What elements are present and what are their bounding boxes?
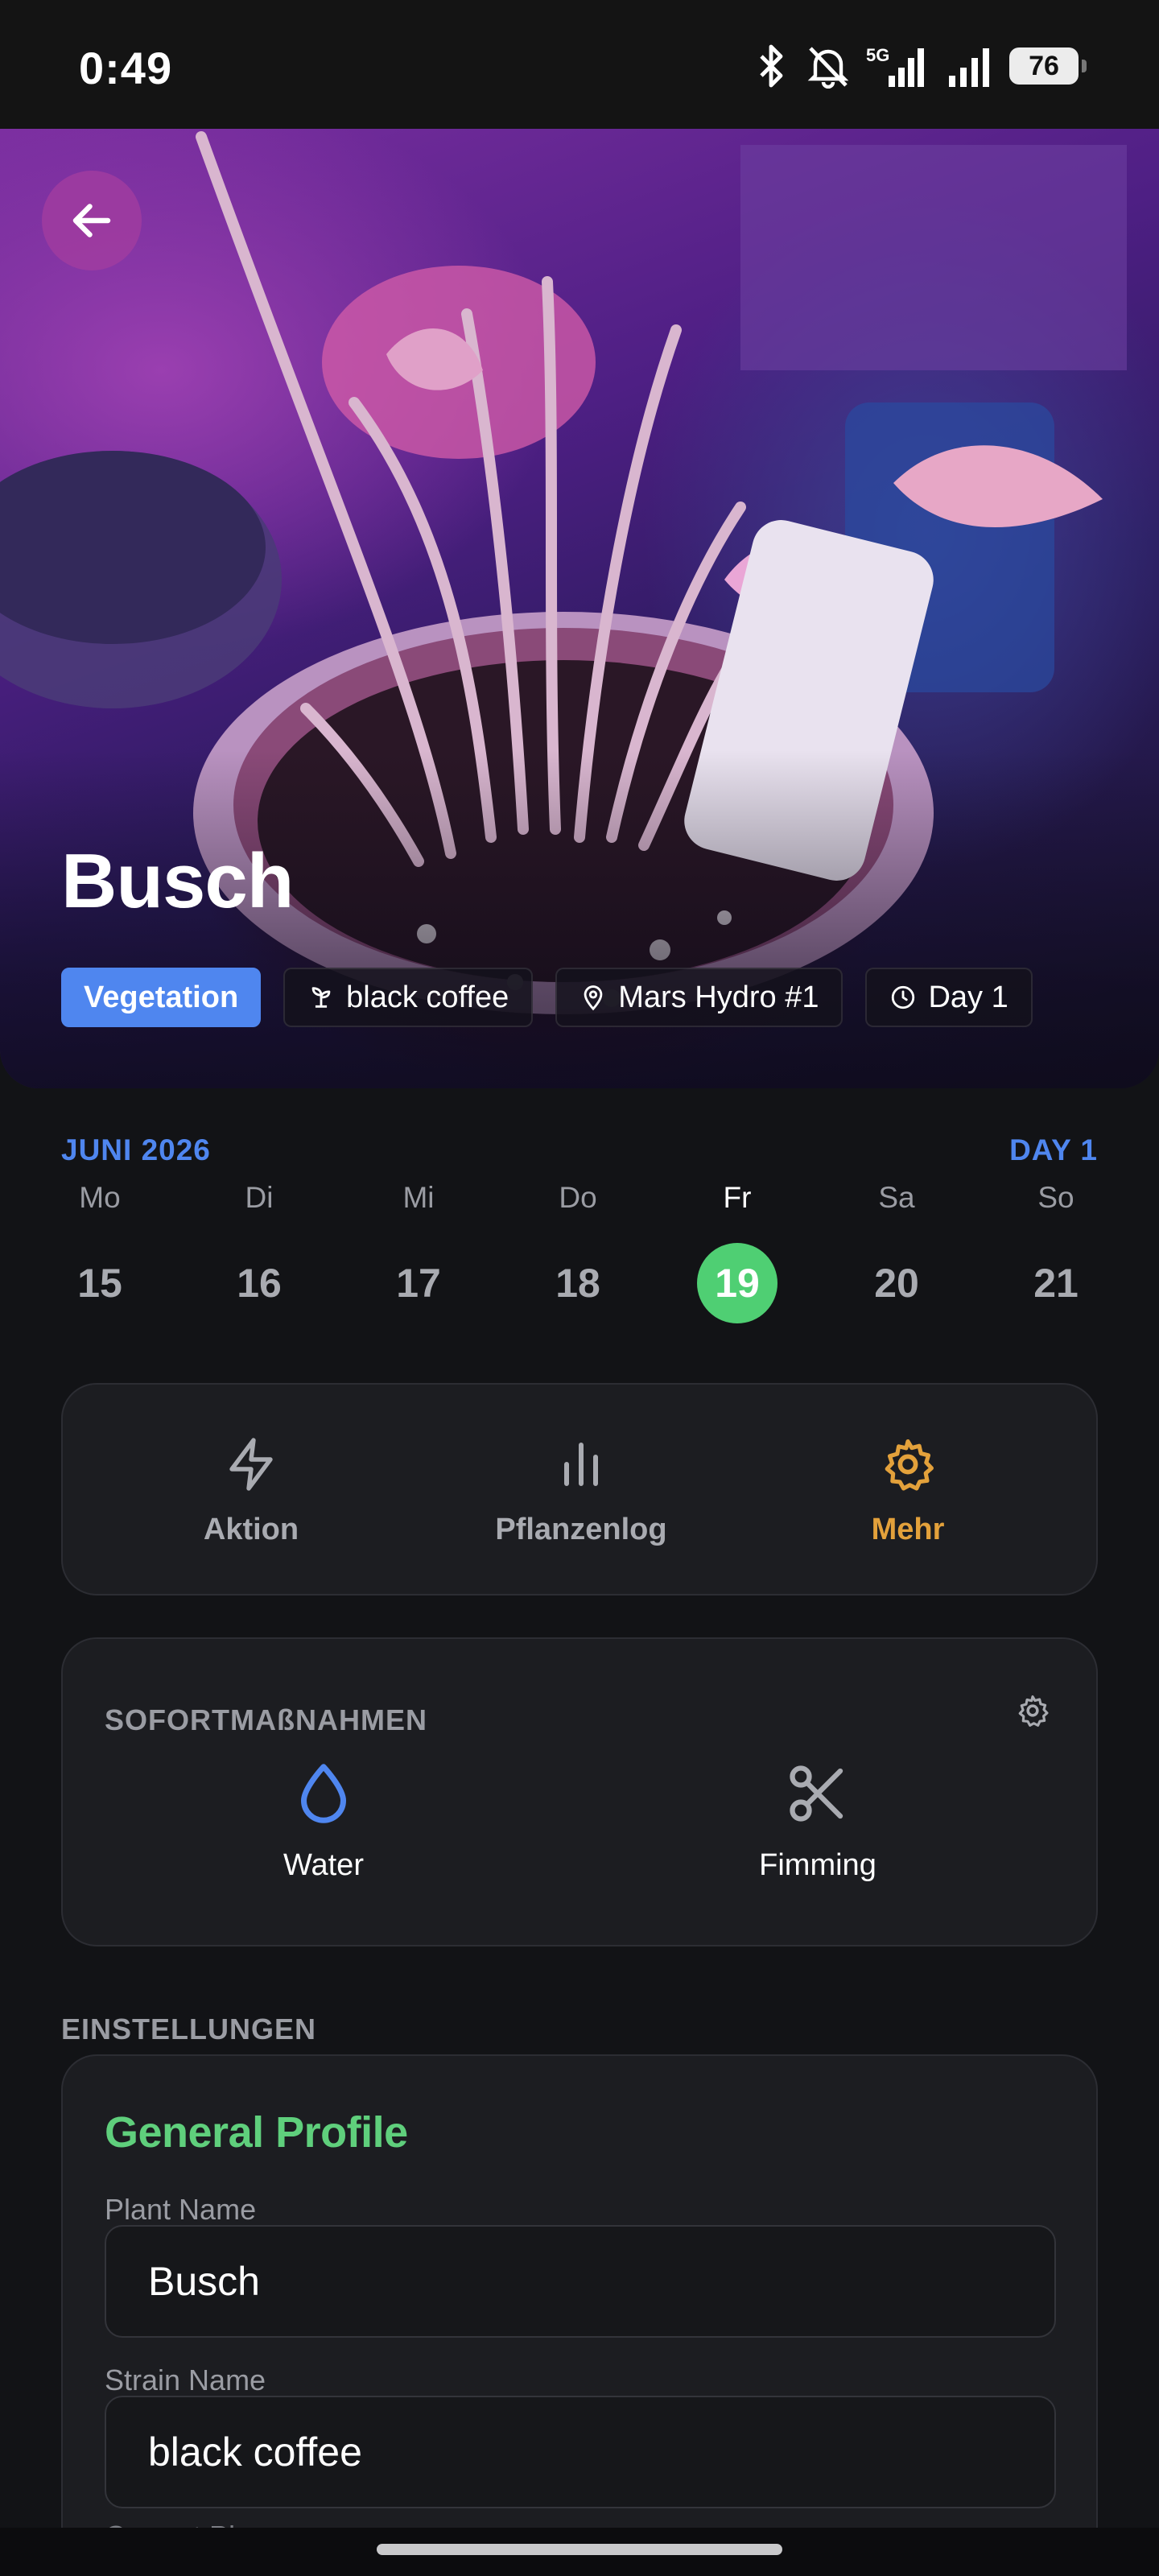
tab-pflanzenlog[interactable]: Pflanzenlog bbox=[436, 1385, 726, 1597]
scissors-icon bbox=[790, 1765, 843, 1822]
water-action-button[interactable]: Water bbox=[163, 1760, 485, 1921]
gear-icon bbox=[885, 1439, 934, 1491]
status-time: 0:49 bbox=[79, 43, 173, 93]
calendar-day-count: DAY 1 bbox=[1009, 1133, 1098, 1166]
plant-name-field[interactable]: Busch bbox=[105, 2225, 1056, 2338]
weekday-name: Di bbox=[245, 1181, 274, 1214]
calendar-day-selected[interactable]: Fr 19 bbox=[689, 1175, 786, 1323]
weekday-name: Mo bbox=[79, 1181, 121, 1214]
quick-actions-settings-button[interactable] bbox=[1009, 1687, 1056, 1734]
calendar-day[interactable]: Do 18 bbox=[530, 1175, 626, 1323]
mute-bell-icon bbox=[807, 47, 849, 89]
calendar-day[interactable]: Sa 20 bbox=[848, 1175, 945, 1323]
plant-hero: Busch Vegetation black coffee Mars Hydro… bbox=[0, 129, 1159, 1088]
status-icons: 5G 76 bbox=[752, 42, 1087, 90]
general-profile-title: General Profile bbox=[105, 2108, 408, 2157]
arrow-left-icon bbox=[72, 204, 111, 237]
weekday-name: Sa bbox=[878, 1181, 915, 1214]
day-chip: Day 1 bbox=[865, 968, 1033, 1027]
gear-icon bbox=[1018, 1695, 1049, 1727]
map-pin-icon bbox=[584, 985, 603, 1011]
weekday-date: 21 bbox=[1033, 1261, 1079, 1306]
signal-icon bbox=[949, 48, 989, 87]
settings-section-label: EINSTELLUNGEN bbox=[61, 2013, 317, 2046]
bar-chart-icon bbox=[564, 1442, 598, 1486]
weekday-date: 15 bbox=[77, 1261, 122, 1306]
weekday-name: Mi bbox=[402, 1181, 435, 1214]
tab-label: Aktion bbox=[203, 1512, 299, 1546]
weekday-date: 17 bbox=[396, 1261, 441, 1306]
quick-actions-card: SOFORTMAßNAHMEN Water Fimming bbox=[61, 1637, 1098, 1946]
weekday-name: So bbox=[1037, 1181, 1074, 1214]
weekday-date: 16 bbox=[237, 1261, 282, 1306]
weekday-date: 19 bbox=[697, 1243, 777, 1323]
quick-actions-title: SOFORTMAßNAHMEN bbox=[105, 1703, 427, 1736]
strain-label: black coffee bbox=[346, 980, 509, 1014]
strain-chip: black coffee bbox=[283, 968, 534, 1027]
weekday-date: 18 bbox=[555, 1261, 600, 1306]
action-tabs-card: Aktion Pflanzenlog Mehr bbox=[61, 1383, 1098, 1596]
calendar-day[interactable]: Di 16 bbox=[211, 1175, 307, 1323]
water-action-label: Water bbox=[283, 1848, 364, 1882]
fimming-action-button[interactable]: Fimming bbox=[657, 1760, 979, 1921]
calendar-month: JUNI 2026 bbox=[61, 1133, 211, 1166]
strain-name-field[interactable]: black coffee bbox=[105, 2396, 1056, 2508]
tab-label: Mehr bbox=[871, 1512, 945, 1546]
fimming-action-label: Fimming bbox=[759, 1848, 876, 1882]
calendar-header: JUNI 2026 DAY 1 bbox=[61, 1133, 1098, 1167]
weekday-date: 20 bbox=[874, 1261, 919, 1306]
signal-5g-icon: 5G bbox=[866, 45, 924, 87]
tab-aktion[interactable]: Aktion bbox=[106, 1385, 396, 1597]
bluetooth-icon bbox=[760, 44, 783, 88]
tab-mehr[interactable]: Mehr bbox=[763, 1385, 1053, 1597]
stage-badge: Vegetation bbox=[61, 968, 262, 1027]
tab-label: Pflanzenlog bbox=[495, 1512, 667, 1546]
settings-card: General Profile Plant Name Busch Strain … bbox=[61, 2054, 1098, 2576]
network-label: 5G bbox=[866, 45, 889, 65]
day-label: Day 1 bbox=[928, 980, 1008, 1014]
home-gesture-handle[interactable] bbox=[377, 2544, 782, 2555]
calendar-day[interactable]: So 21 bbox=[1008, 1175, 1104, 1323]
battery-icon: 76 bbox=[1009, 47, 1087, 85]
weekday-name: Do bbox=[559, 1181, 597, 1214]
system-nav-bar bbox=[0, 2528, 1159, 2576]
status-bar: 0:49 5G 76 bbox=[0, 0, 1159, 129]
water-drop-icon bbox=[301, 1764, 346, 1823]
lightning-icon bbox=[229, 1437, 273, 1491]
sprout-icon bbox=[311, 987, 331, 1008]
calendar-day[interactable]: Mi 17 bbox=[370, 1175, 467, 1323]
strain-name-label: Strain Name bbox=[105, 2363, 266, 2396]
plant-chips: Vegetation black coffee Mars Hydro #1 Da… bbox=[61, 968, 1033, 1027]
back-button[interactable] bbox=[42, 171, 142, 270]
weekday-name: Fr bbox=[723, 1181, 752, 1214]
location-chip: Mars Hydro #1 bbox=[555, 968, 843, 1027]
calendar-day[interactable]: Mo 15 bbox=[52, 1175, 148, 1323]
week-strip: Mo 15 Di 16 Mi 17 Do 18 Fr 19 Sa 20 So 21 bbox=[61, 1175, 1098, 1336]
location-label: Mars Hydro #1 bbox=[618, 980, 819, 1014]
clock-icon bbox=[892, 985, 915, 1009]
plant-name-label: Plant Name bbox=[105, 2193, 257, 2226]
plant-title: Busch bbox=[61, 838, 294, 924]
